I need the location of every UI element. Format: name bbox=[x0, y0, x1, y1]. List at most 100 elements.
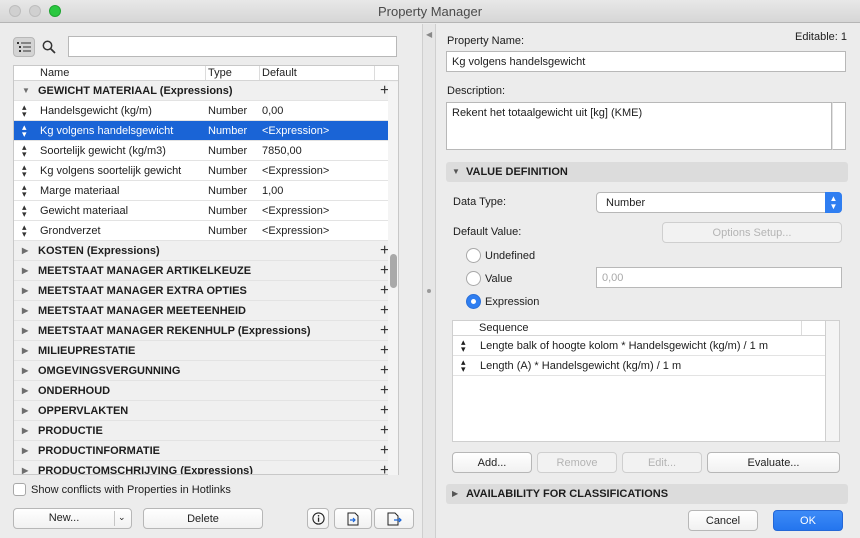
property-table: Name Type Default ▼ GEWICHT MATERIAAL (Ex… bbox=[13, 65, 399, 475]
remove-expression-button[interactable]: Remove bbox=[537, 452, 617, 473]
property-type: Number bbox=[208, 105, 248, 117]
group-row[interactable]: ▶ ONDERHOUD + bbox=[14, 381, 398, 401]
value-definition-section[interactable]: ▼ VALUE DEFINITION bbox=[446, 162, 848, 182]
editable-count: Editable: 1 bbox=[795, 31, 847, 43]
disclosure-triangle-icon[interactable]: ▶ bbox=[22, 246, 28, 255]
table-header: Name Type Default bbox=[14, 66, 398, 81]
group-row[interactable]: ▶ MEETSTAAT MANAGER ARTIKELKEUZE + bbox=[14, 261, 398, 281]
disclosure-triangle-icon[interactable]: ▶ bbox=[22, 266, 28, 275]
property-name: Grondverzet bbox=[40, 225, 101, 237]
show-conflicts-label: Show conflicts with Properties in Hotlin… bbox=[31, 484, 231, 496]
sort-handle-icon[interactable]: ▴ ▾ bbox=[22, 123, 27, 139]
property-row[interactable]: ▴ ▾ Gewicht materiaal Number <Expression> bbox=[14, 201, 398, 221]
edit-expression-button[interactable]: Edit... bbox=[622, 452, 702, 473]
group-row[interactable]: ▶ PRODUCTIE + bbox=[14, 421, 398, 441]
group-label: KOSTEN (Expressions) bbox=[38, 245, 160, 257]
search-icon[interactable] bbox=[38, 37, 60, 57]
pane-splitter[interactable]: ◀ bbox=[422, 24, 436, 538]
property-row[interactable]: ▴ ▾ Kg volgens handelsgewicht Number <Expres… bbox=[14, 121, 398, 141]
options-setup-button[interactable]: Options Setup... bbox=[662, 222, 842, 243]
disclosure-triangle-icon[interactable]: ▶ bbox=[22, 286, 28, 295]
chevron-down-icon[interactable]: ⌄ bbox=[118, 512, 126, 523]
property-default: <Expression> bbox=[262, 125, 330, 137]
sequence-row[interactable]: ▴ ▾ Length (A) * Handelsgewicht (kg/m) / … bbox=[453, 356, 825, 376]
disclosure-triangle-icon[interactable]: ▶ bbox=[22, 446, 28, 455]
sequence-scrollbar[interactable] bbox=[826, 320, 840, 442]
group-label: PRODUCTIE bbox=[38, 425, 103, 437]
availability-title: AVAILABILITY FOR CLASSIFICATIONS bbox=[466, 488, 669, 500]
radio-undefined[interactable] bbox=[466, 248, 481, 263]
group-row[interactable]: ▶ PRODUCTINFORMATIE + bbox=[14, 441, 398, 461]
disclosure-triangle-icon[interactable]: ▶ bbox=[22, 326, 28, 335]
import-icon bbox=[347, 512, 359, 525]
list-scroll-thumb[interactable] bbox=[390, 254, 397, 288]
property-name: Handelsgewicht (kg/m) bbox=[40, 105, 152, 117]
group-row[interactable]: ▼ GEWICHT MATERIAAL (Expressions) + bbox=[14, 81, 398, 101]
description-field[interactable]: Rekent het totaalgewicht uit [kg] (KME) bbox=[446, 102, 832, 150]
add-expression-button[interactable]: Add... bbox=[452, 452, 532, 473]
info-button[interactable] bbox=[307, 508, 329, 529]
list-scrollbar[interactable] bbox=[388, 82, 398, 475]
sort-handle-icon[interactable]: ▴ ▾ bbox=[22, 143, 27, 159]
disclosure-triangle-icon[interactable]: ▶ bbox=[22, 386, 28, 395]
column-header-type[interactable]: Type bbox=[208, 67, 232, 79]
sort-handle-icon[interactable]: ▴ ▾ bbox=[22, 163, 27, 179]
sort-handle-icon[interactable]: ▴ ▾ bbox=[461, 338, 466, 354]
group-row[interactable]: ▶ MILIEUPRESTATIE + bbox=[14, 341, 398, 361]
new-button[interactable]: New... ⌄ bbox=[13, 508, 132, 529]
select-arrows-icon: ▲ ▼ bbox=[825, 192, 842, 213]
property-row[interactable]: ▴ ▾ Handelsgewicht (kg/m) Number 0,00 bbox=[14, 101, 398, 121]
export-button[interactable] bbox=[374, 508, 414, 529]
property-type: Number bbox=[208, 145, 248, 157]
delete-button[interactable]: Delete bbox=[143, 508, 263, 529]
import-button[interactable] bbox=[334, 508, 372, 529]
group-label: PRODUCTINFORMATIE bbox=[38, 445, 161, 457]
property-row[interactable]: ▴ ▾ Soortelijk gewicht (kg/m3) Number 7850,0… bbox=[14, 141, 398, 161]
group-row[interactable]: ▶ MEETSTAAT MANAGER EXTRA OPTIES + bbox=[14, 281, 398, 301]
ok-button[interactable]: OK bbox=[773, 510, 843, 531]
sort-handle-icon[interactable]: ▴ ▾ bbox=[22, 203, 27, 219]
property-row[interactable]: ▴ ▾ Marge materiaal Number 1,00 bbox=[14, 181, 398, 201]
column-header-name[interactable]: Name bbox=[40, 67, 69, 79]
collapse-arrow-icon[interactable]: ◀ bbox=[426, 30, 432, 39]
group-row[interactable]: ▶ MEETSTAAT MANAGER MEETEENHEID + bbox=[14, 301, 398, 321]
disclosure-triangle-icon[interactable]: ▶ bbox=[22, 466, 28, 474]
default-value-field[interactable]: 0,00 bbox=[596, 267, 842, 288]
sequence-header: Sequence bbox=[453, 321, 825, 336]
property-name-field[interactable]: Kg volgens handelsgewicht bbox=[446, 51, 846, 72]
radio-expression[interactable] bbox=[466, 294, 481, 309]
group-row[interactable]: ▶ OPPERVLAKTEN + bbox=[14, 401, 398, 421]
group-row[interactable]: ▶ MEETSTAAT MANAGER REKENHULP (Expression… bbox=[14, 321, 398, 341]
search-input[interactable] bbox=[68, 36, 397, 57]
description-scrollbar[interactable] bbox=[832, 102, 846, 150]
property-default: <Expression> bbox=[262, 205, 330, 217]
sequence-row[interactable]: ▴ ▾ Lengte balk of hoogte kolom * Handels… bbox=[453, 336, 825, 356]
sort-handle-icon[interactable]: ▴ ▾ bbox=[22, 183, 27, 199]
disclosure-triangle-icon[interactable]: ▶ bbox=[22, 306, 28, 315]
disclosure-triangle-icon[interactable]: ▶ bbox=[22, 346, 28, 355]
list-view-icon[interactable] bbox=[13, 37, 35, 57]
sort-handle-icon[interactable]: ▴ ▾ bbox=[461, 358, 466, 374]
show-conflicts-checkbox[interactable] bbox=[13, 483, 26, 496]
sequence-expression: Lengte balk of hoogte kolom * Handelsgew… bbox=[480, 340, 768, 352]
group-row[interactable]: ▶ OMGEVINGSVERGUNNING + bbox=[14, 361, 398, 381]
disclosure-triangle-icon[interactable]: ▶ bbox=[22, 406, 28, 415]
group-row[interactable]: ▶ KOSTEN (Expressions) + bbox=[14, 241, 398, 261]
column-header-default[interactable]: Default bbox=[262, 67, 297, 79]
evaluate-button[interactable]: Evaluate... bbox=[707, 452, 840, 473]
splitter-handle[interactable] bbox=[427, 289, 431, 293]
disclosure-triangle-icon[interactable]: ▶ bbox=[22, 426, 28, 435]
cancel-button[interactable]: Cancel bbox=[688, 510, 758, 531]
sort-handle-icon[interactable]: ▴ ▾ bbox=[22, 103, 27, 119]
sort-handle-icon[interactable]: ▴ ▾ bbox=[22, 223, 27, 239]
disclosure-triangle-icon[interactable]: ▼ bbox=[22, 86, 30, 95]
disclosure-triangle-icon[interactable]: ▶ bbox=[22, 366, 28, 375]
data-type-select[interactable]: Number ▲ ▼ bbox=[596, 192, 842, 213]
radio-value[interactable] bbox=[466, 271, 481, 286]
new-button-label: New... bbox=[48, 512, 80, 524]
property-row[interactable]: ▴ ▾ Kg volgens soortelijk gewicht Number <Ex… bbox=[14, 161, 398, 181]
group-row[interactable]: ▶ PRODUCTOMSCHRIJVING (Expressions) + bbox=[14, 461, 398, 474]
property-row[interactable]: ▴ ▾ Grondverzet Number <Expression> bbox=[14, 221, 398, 241]
group-label: MILIEUPRESTATIE bbox=[38, 345, 136, 357]
availability-section[interactable]: ▶ AVAILABILITY FOR CLASSIFICATIONS bbox=[446, 484, 848, 504]
